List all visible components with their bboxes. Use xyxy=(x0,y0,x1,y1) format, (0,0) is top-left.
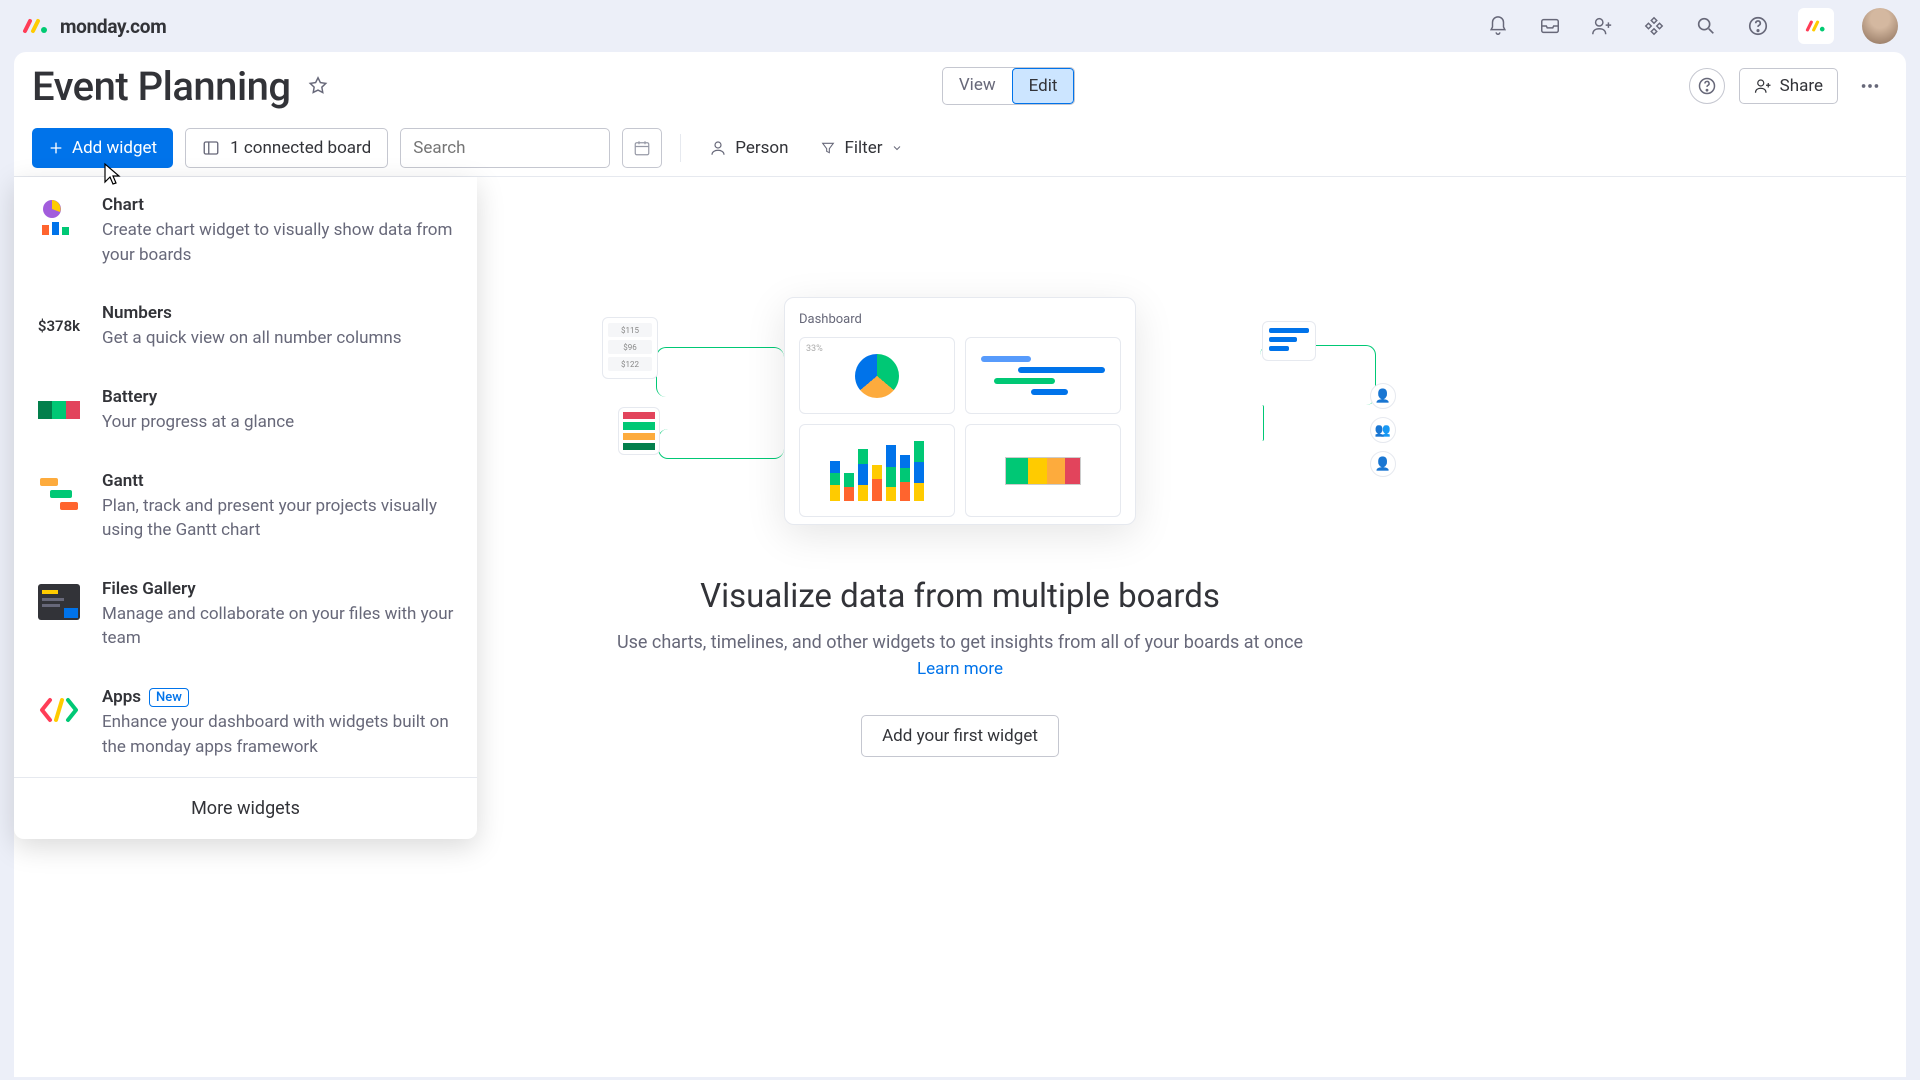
widget-title: Chart xyxy=(102,195,455,215)
top-nav: monday.com xyxy=(0,0,1920,52)
search-input[interactable] xyxy=(413,138,635,158)
separator xyxy=(680,134,681,162)
widget-title: Numbers xyxy=(102,303,455,323)
widget-option-apps[interactable]: Apps New Enhance your dashboard with wid… xyxy=(14,669,477,777)
invite-icon[interactable] xyxy=(1590,14,1614,38)
calendar-button[interactable] xyxy=(622,128,662,168)
toolbar: Add widget 1 connected board Person Filt… xyxy=(14,120,1906,176)
widget-option-gantt[interactable]: Gantt Plan, track and present your proje… xyxy=(14,453,477,561)
new-badge: New xyxy=(149,688,189,707)
widget-desc: Get a quick view on all number columns xyxy=(102,326,455,351)
widget-option-numbers[interactable]: $378k Numbers Get a quick view on all nu… xyxy=(14,285,477,369)
widget-title: Gantt xyxy=(102,471,455,491)
add-widget-label: Add widget xyxy=(72,138,157,158)
empty-subtitle: Use charts, timelines, and other widgets… xyxy=(617,632,1303,653)
plus-icon xyxy=(48,140,64,156)
favorite-button[interactable] xyxy=(307,75,329,97)
widget-desc: Manage and collaborate on your files wit… xyxy=(102,602,455,651)
filter-label: Filter xyxy=(844,138,882,158)
empty-title: Visualize data from multiple boards xyxy=(700,577,1220,616)
connected-label: 1 connected board xyxy=(230,138,371,158)
illus-numbers: $115$96$122 xyxy=(602,317,658,379)
brand-text: monday.com xyxy=(60,15,166,38)
add-widget-dropdown: Chart Create chart widget to visually sh… xyxy=(14,177,477,839)
gantt-icon xyxy=(36,471,82,517)
share-icon xyxy=(1754,77,1772,95)
chart-icon xyxy=(36,195,82,241)
filter-button[interactable]: Filter xyxy=(810,128,912,168)
apps-icon[interactable] xyxy=(1642,14,1666,38)
widget-desc: Your progress at a glance xyxy=(102,410,455,435)
brand[interactable]: monday.com xyxy=(22,15,166,38)
files-icon xyxy=(36,579,82,625)
widget-desc: Plan, track and present your projects vi… xyxy=(102,494,455,543)
numbers-icon: $378k xyxy=(36,303,82,349)
main-content: Chart Create chart widget to visually sh… xyxy=(14,177,1906,1077)
widget-desc: Create chart widget to visually show dat… xyxy=(102,218,455,267)
add-first-widget-button[interactable]: Add your first widget xyxy=(861,715,1059,757)
chevron-down-icon xyxy=(891,142,903,154)
mode-toggle: View Edit xyxy=(942,67,1076,105)
connected-boards-button[interactable]: 1 connected board xyxy=(185,128,388,168)
page-header: Event Planning View Edit Share Add widge… xyxy=(14,52,1906,177)
battery-icon xyxy=(36,387,82,433)
illus-dash-label: Dashboard xyxy=(799,312,1121,327)
code-icon xyxy=(36,687,82,733)
person-icon xyxy=(709,139,727,157)
help-icon[interactable] xyxy=(1746,14,1770,38)
illus-people: 👤👥👤 xyxy=(1370,383,1402,477)
filter-icon xyxy=(820,140,836,156)
widget-title: Files Gallery xyxy=(102,579,455,599)
notifications-icon[interactable] xyxy=(1486,14,1510,38)
illus-list xyxy=(1262,321,1316,361)
more-menu-button[interactable] xyxy=(1852,68,1888,104)
add-widget-button[interactable]: Add widget xyxy=(32,128,173,168)
info-button[interactable] xyxy=(1689,68,1725,104)
widget-title: Battery xyxy=(102,387,455,407)
widget-option-chart[interactable]: Chart Create chart widget to visually sh… xyxy=(14,177,477,285)
product-switcher[interactable] xyxy=(1798,8,1834,44)
dashboard-illustration: $115$96$122 👤👥👤 Dashboard 33% xyxy=(600,287,1320,537)
search-icon[interactable] xyxy=(1694,14,1718,38)
topnav-actions xyxy=(1486,8,1898,44)
widget-desc: Enhance your dashboard with widgets buil… xyxy=(102,710,455,759)
share-button[interactable]: Share xyxy=(1739,68,1838,104)
illus-battery xyxy=(618,407,660,455)
widget-option-battery[interactable]: Battery Your progress at a glance xyxy=(14,369,477,453)
avatar[interactable] xyxy=(1862,8,1898,44)
more-widgets-button[interactable]: More widgets xyxy=(14,778,477,839)
share-label: Share xyxy=(1780,76,1823,96)
logo-icon xyxy=(22,17,50,35)
board-icon xyxy=(202,139,220,157)
page-title: Event Planning xyxy=(32,63,291,110)
widget-option-files[interactable]: Files Gallery Manage and collaborate on … xyxy=(14,561,477,669)
inbox-icon[interactable] xyxy=(1538,14,1562,38)
search-field[interactable] xyxy=(400,128,610,168)
person-filter-button[interactable]: Person xyxy=(699,128,798,168)
widget-title: Apps xyxy=(102,687,141,707)
tab-view[interactable]: View xyxy=(943,68,1012,104)
tab-edit[interactable]: Edit xyxy=(1012,68,1075,104)
person-label: Person xyxy=(735,138,788,158)
learn-more-link[interactable]: Learn more xyxy=(917,659,1003,679)
